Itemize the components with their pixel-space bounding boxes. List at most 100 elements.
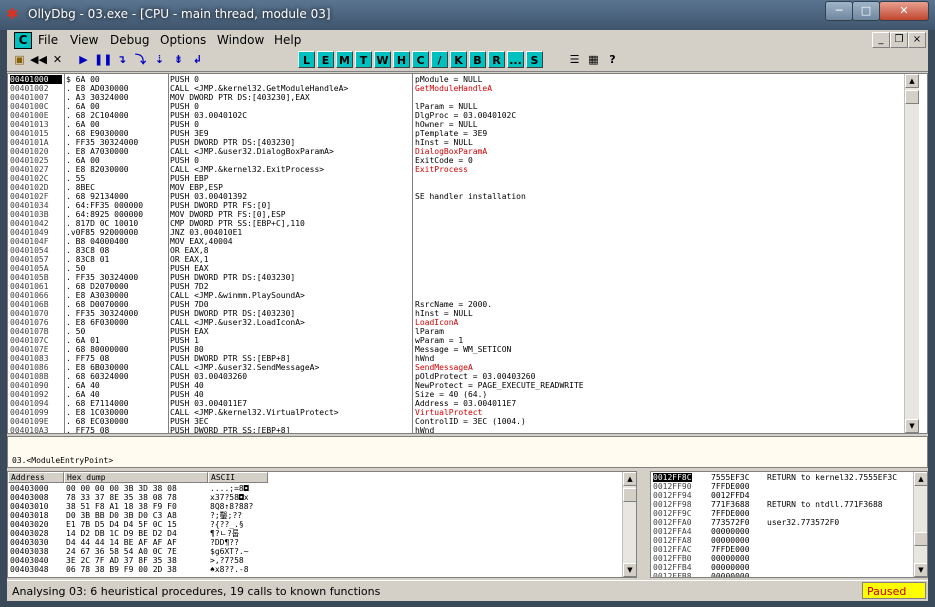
minimize-button[interactable]: ─ bbox=[825, 1, 853, 21]
disassembly-row[interactable]: 0040102C . 55 PUSH EBP bbox=[8, 174, 903, 183]
disassembly-row[interactable]: 0040108B . 68 60324000 PUSH 03.00403260 pOl… bbox=[8, 372, 903, 381]
scroll-down-arrow-icon[interactable]: ▼ bbox=[914, 563, 927, 577]
disassembly-row[interactable]: 00401057 . 83C8 01 OR EAX,1 bbox=[8, 255, 903, 264]
disassembly-row[interactable]: 0040102D . 8BEC MOV EBP,ESP bbox=[8, 183, 903, 192]
disassembly-row[interactable]: 00401013 . 6A 00 PUSH 0 hOwner = NULL bbox=[8, 120, 903, 129]
disassembly-row[interactable]: 00401070 . FF35 30324000 PUSH DWORD PTR DS… bbox=[8, 309, 903, 318]
toolbar-button-dots[interactable]: ... bbox=[507, 51, 524, 68]
cpu-window-icon[interactable]: C bbox=[14, 32, 32, 49]
toolbar-button-e[interactable]: E bbox=[317, 51, 334, 68]
grid-icon[interactable]: ▦ bbox=[585, 51, 602, 68]
disassembly-row[interactable]: 00401007 . A3 30324000 MOV DWORD PTR DS:[4… bbox=[8, 93, 903, 102]
mdi-restore-button[interactable]: ❐ bbox=[890, 32, 908, 48]
scroll-thumb[interactable] bbox=[905, 90, 919, 104]
step-over-icon[interactable]: ⤵ bbox=[132, 51, 149, 68]
menu-debug[interactable]: Debug bbox=[110, 33, 149, 47]
trace-into-icon[interactable]: ⇣ bbox=[151, 51, 168, 68]
dump-pane[interactable]: Address Hex dump ASCII 00403000 00 00 00 … bbox=[7, 471, 637, 578]
maximize-button[interactable]: □ bbox=[852, 1, 880, 21]
run-icon[interactable]: ▶ bbox=[75, 51, 92, 68]
scroll-thumb[interactable] bbox=[914, 532, 927, 546]
disassembly-row[interactable]: 00401094 . 68 E7114000 PUSH 03.004011E7 Add… bbox=[8, 399, 903, 408]
disassembly-row[interactable]: 00401049 .v0F85 92000000 JNZ 03.004010E1 bbox=[8, 228, 903, 237]
rewind-icon[interactable]: ◀◀ bbox=[30, 51, 47, 68]
instruction-address: 00401086 bbox=[10, 363, 49, 372]
disassembly-row[interactable]: 00401090 . 6A 40 PUSH 40 NewProtect = PAGE_… bbox=[8, 381, 903, 390]
disassembly-scrollbar[interactable]: ▲ ▼ bbox=[904, 74, 919, 433]
disassembly-row[interactable]: 00401086 . E8 6B030000 CALL <JMP.&user32.S… bbox=[8, 363, 903, 372]
instruction-hex: . 68 60324000 bbox=[66, 372, 129, 381]
disassembly-row[interactable]: 00401054 . 83C8 08 OR EAX,8 bbox=[8, 246, 903, 255]
disassembly-row[interactable]: 0040100C . 6A 00 PUSH 0 lParam = NULL bbox=[8, 102, 903, 111]
disassembly-row[interactable]: 00401099 . E8 1C030000 CALL <JMP.&kernel32… bbox=[8, 408, 903, 417]
scroll-thumb[interactable] bbox=[623, 488, 636, 502]
disassembly-pane[interactable]: 00401000 $ 6A 00 PUSH 0 pModule = NULL 00401… bbox=[7, 73, 928, 434]
disassembly-row[interactable]: 0040109E . 68 EC030000 PUSH 3EC ControlID =… bbox=[8, 417, 903, 426]
stack-scrollbar[interactable]: ▲ ▼ bbox=[913, 472, 927, 577]
dump-header-hex[interactable]: Hex dump bbox=[64, 472, 208, 483]
disassembly-row[interactable]: 00401042 . 817D 0C 10010 CMP DWORD PTR SS:… bbox=[8, 219, 903, 228]
disassembly-row[interactable]: 0040106B . 68 D0070000 PUSH 7D0 RsrcName = … bbox=[8, 300, 903, 309]
disassembly-row[interactable]: 00401025 . 6A 00 PUSH 0 ExitCode = 0 bbox=[8, 156, 903, 165]
menu-help[interactable]: Help bbox=[274, 33, 301, 47]
toolbar-button-m[interactable]: M bbox=[336, 51, 353, 68]
close-button[interactable]: ✕ bbox=[879, 1, 929, 21]
disassembly-row[interactable]: 0040104F . B8 04000400 MOV EAX,40004 bbox=[8, 237, 903, 246]
mdi-close-button[interactable]: × bbox=[908, 32, 926, 48]
disassembly-row[interactable]: 0040107E . 68 80000000 PUSH 80 Message = WM… bbox=[8, 345, 903, 354]
dump-header-ascii[interactable]: ASCII bbox=[208, 472, 268, 483]
disassembly-row[interactable]: 00401027 . E8 82030000 CALL <JMP.&kernel32… bbox=[8, 165, 903, 174]
disassembly-row[interactable]: 00401020 . E8 A7030000 CALL <JMP.&user32.D… bbox=[8, 147, 903, 156]
disassembly-row[interactable]: 00401015 . 68 E9030000 PUSH 3E9 pTemplate =… bbox=[8, 129, 903, 138]
disassembly-row[interactable]: 00401000 $ 6A 00 PUSH 0 pModule = NULL bbox=[8, 75, 903, 84]
step-into-icon[interactable]: ↴ bbox=[113, 51, 130, 68]
toolbar-button-c[interactable]: C bbox=[412, 51, 429, 68]
pause-icon[interactable]: ❚❚ bbox=[94, 51, 112, 68]
trace-over-icon[interactable]: ⇟ bbox=[170, 51, 187, 68]
list-icon[interactable]: ☰ bbox=[566, 51, 583, 68]
disassembly-row[interactable]: 00401002 . E8 AD030000 CALL <JMP.&kernel32… bbox=[8, 84, 903, 93]
disassembly-row[interactable]: 00401083 . FF75 08 PUSH DWORD PTR SS:[EBP+… bbox=[8, 354, 903, 363]
disassembly-row[interactable]: 0040102F . 68 92134000 PUSH 03.00401392 SE … bbox=[8, 192, 903, 201]
instruction-disassembly: PUSH EAX bbox=[170, 327, 209, 336]
scroll-up-arrow-icon[interactable]: ▲ bbox=[914, 472, 927, 486]
disassembly-row[interactable]: 00401061 . 68 D2070000 PUSH 7D2 bbox=[8, 282, 903, 291]
stack-pane[interactable]: 0012FF8C 7555EF3C RETURN to kernel32.7555E… bbox=[650, 471, 928, 578]
disassembly-row[interactable]: 0040103B . 64:8925 000000 MOV DWORD PTR FS… bbox=[8, 210, 903, 219]
scroll-down-arrow-icon[interactable]: ▼ bbox=[623, 563, 636, 577]
toolbar-button-t[interactable]: T bbox=[355, 51, 372, 68]
disassembly-row[interactable]: 0040107C . 6A 01 PUSH 1 wParam = 1 bbox=[8, 336, 903, 345]
toolbar-button-h[interactable]: H bbox=[393, 51, 410, 68]
close-icon[interactable]: ✕ bbox=[49, 51, 66, 68]
disassembly-row[interactable]: 0040107B . 50 PUSH EAX lParam bbox=[8, 327, 903, 336]
menu-file[interactable]: File bbox=[38, 33, 58, 47]
toolbar-button-l[interactable]: L bbox=[298, 51, 315, 68]
toolbar-button-w[interactable]: W bbox=[374, 51, 391, 68]
execute-till-return-icon[interactable]: ↲ bbox=[189, 51, 206, 68]
scroll-down-arrow-icon[interactable]: ▼ bbox=[905, 419, 919, 433]
disassembly-row[interactable]: 004010A3 . FF75 08 PUSH DWORD PTR SS:[EBP+… bbox=[8, 426, 903, 433]
help-icon[interactable]: ? bbox=[604, 51, 621, 68]
toolbar-button-s[interactable]: S bbox=[526, 51, 543, 68]
disassembly-row[interactable]: 0040105B . FF35 30324000 PUSH DWORD PTR DS… bbox=[8, 273, 903, 282]
disassembly-row[interactable]: 00401066 . E8 A3030000 CALL <JMP.&winmm.Pl… bbox=[8, 291, 903, 300]
menu-window[interactable]: Window bbox=[217, 33, 264, 47]
scroll-up-arrow-icon[interactable]: ▲ bbox=[905, 74, 919, 88]
menu-view[interactable]: View bbox=[70, 33, 98, 47]
dump-scrollbar[interactable]: ▲ ▼ bbox=[622, 472, 636, 577]
disassembly-row[interactable]: 0040100E . 68 2C104000 PUSH 03.0040102C Dlg… bbox=[8, 111, 903, 120]
open-icon[interactable]: ▣ bbox=[11, 51, 28, 68]
dump-header-address[interactable]: Address bbox=[8, 472, 64, 483]
disassembly-row[interactable]: 00401076 . E8 6F030000 CALL <JMP.&user32.L… bbox=[8, 318, 903, 327]
disassembly-row[interactable]: 0040101A . FF35 30324000 PUSH DWORD PTR DS… bbox=[8, 138, 903, 147]
disassembly-row[interactable]: 00401092 . 6A 40 PUSH 40 Size = 40 (64.) bbox=[8, 390, 903, 399]
toolbar-button-slash[interactable]: / bbox=[431, 51, 448, 68]
scroll-up-arrow-icon[interactable]: ▲ bbox=[623, 472, 636, 486]
mdi-minimize-button[interactable]: _ bbox=[872, 32, 890, 48]
menu-options[interactable]: Options bbox=[160, 33, 206, 47]
disassembly-row[interactable]: 0040105A . 50 PUSH EAX bbox=[8, 264, 903, 273]
toolbar-button-r[interactable]: R bbox=[488, 51, 505, 68]
toolbar-button-k[interactable]: K bbox=[450, 51, 467, 68]
toolbar-button-b[interactable]: B bbox=[469, 51, 486, 68]
disassembly-row[interactable]: 00401034 . 64:FF35 000000 PUSH DWORD PTR F… bbox=[8, 201, 903, 210]
